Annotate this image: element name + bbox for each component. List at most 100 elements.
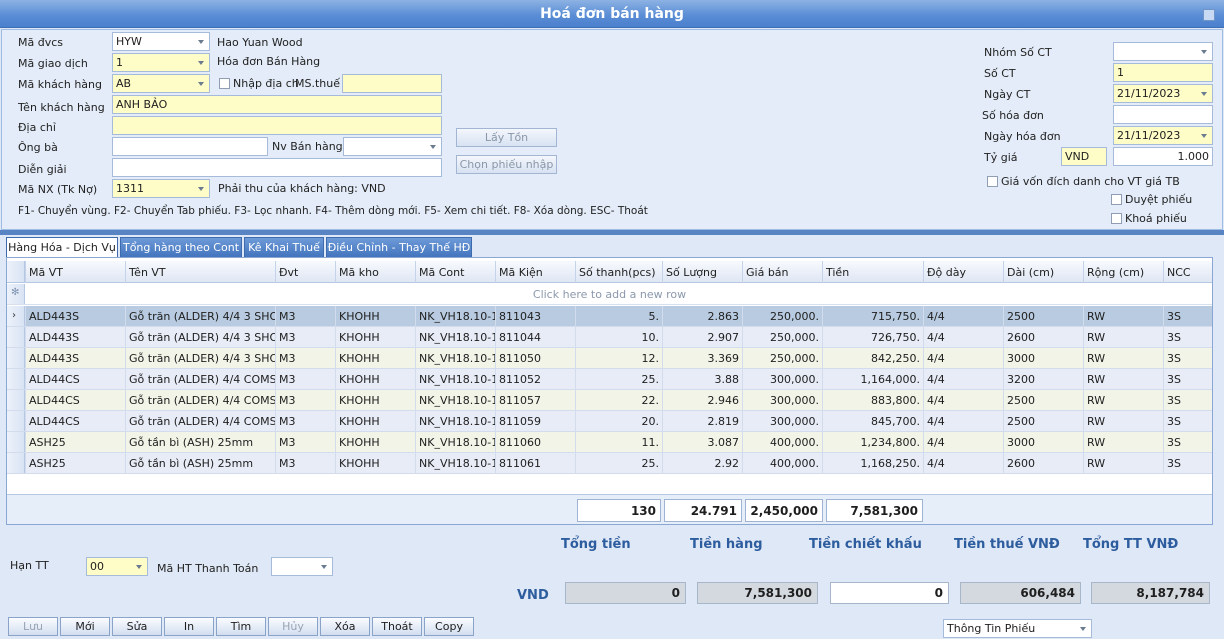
khoa-phieu-checkbox[interactable] [1111,213,1122,224]
table-cell[interactable]: 1,168,250. [822,453,923,474]
row-indicator[interactable] [7,390,25,410]
table-cell[interactable]: ASH25 [25,453,125,474]
column-header[interactable]: Rộng (cm) [1083,261,1163,283]
table-cell[interactable]: 3.88 [662,369,742,390]
table-cell[interactable]: 4/4 [923,432,1003,453]
column-header[interactable]: Dài (cm) [1003,261,1083,283]
table-cell[interactable]: 2.819 [662,411,742,432]
table-cell[interactable]: 2.907 [662,327,742,348]
table-cell[interactable]: NK_VH18.10-1 [415,390,495,411]
huy-button[interactable]: Hủy [268,617,318,636]
ngay-hoa-don-input[interactable]: 21/11/2023 [1113,126,1213,145]
table-cell[interactable]: 1,234,800. [822,432,923,453]
table-cell[interactable]: 811043 [495,306,575,327]
column-header[interactable]: Tiền [822,261,923,283]
table-cell[interactable]: 3S [1163,369,1212,390]
table-cell[interactable]: ALD44CS [25,369,125,390]
table-cell[interactable]: M3 [275,411,335,432]
tim-button[interactable]: Tìm [216,617,266,636]
table-cell[interactable]: M3 [275,306,335,327]
ten-khach-hang-input[interactable]: ANH BẢO [112,95,442,114]
table-row[interactable]: › ALD443S Gỗ trăn (ALDER) 4/4 3 SHOP M3 KHOH… [7,306,1212,327]
table-cell[interactable]: 5. [575,306,662,327]
table-cell[interactable]: 3S [1163,453,1212,474]
table-cell[interactable]: RW [1083,327,1163,348]
table-cell[interactable]: RW [1083,390,1163,411]
table-cell[interactable]: 3S [1163,348,1212,369]
table-cell[interactable]: KHOHH [335,306,415,327]
table-row[interactable]: ALD44CS Gỗ trăn (ALDER) 4/4 COMS... M3 KHOH… [7,369,1212,390]
table-cell[interactable]: Gỗ trăn (ALDER) 4/4 COMS... [125,369,275,390]
sua-button[interactable]: Sửa [112,617,162,636]
tab-tong-hang-theo-cont[interactable]: Tổng hàng theo Cont [120,237,242,257]
table-cell[interactable]: 2.92 [662,453,742,474]
table-cell[interactable]: 2.946 [662,390,742,411]
column-header[interactable]: NCC [1163,261,1212,283]
table-cell[interactable]: M3 [275,369,335,390]
table-cell[interactable]: KHOHH [335,390,415,411]
table-row[interactable]: ALD44CS Gỗ trăn (ALDER) 4/4 COMS... M3 KHOH… [7,390,1212,411]
table-cell[interactable]: 250,000. [742,306,822,327]
table-cell[interactable]: 25. [575,369,662,390]
table-cell[interactable]: Gỗ trăn (ALDER) 4/4 3 SHOP [125,327,275,348]
table-cell[interactable]: 3.369 [662,348,742,369]
table-cell[interactable]: NK_VH18.10-1 [415,327,495,348]
table-row[interactable]: ASH25 Gỗ tần bì (ASH) 25mm M3 KHOHH NK_VH18.… [7,453,1212,474]
table-cell[interactable]: 11. [575,432,662,453]
table-cell[interactable]: ALD443S [25,348,125,369]
table-cell[interactable]: 2500 [1003,306,1083,327]
table-cell[interactable]: M3 [275,453,335,474]
table-cell[interactable]: RW [1083,432,1163,453]
table-cell[interactable]: KHOHH [335,453,415,474]
table-cell[interactable]: 12. [575,348,662,369]
table-cell[interactable]: 2600 [1003,327,1083,348]
table-cell[interactable]: 842,250. [822,348,923,369]
table-cell[interactable]: 3S [1163,432,1212,453]
table-cell[interactable]: KHOHH [335,432,415,453]
nhap-dia-chi-checkbox[interactable] [219,78,230,89]
column-header[interactable]: Tên VT [125,261,275,283]
table-cell[interactable]: 250,000. [742,348,822,369]
ngay-ct-input[interactable]: 21/11/2023 [1113,84,1213,103]
table-cell[interactable]: 811059 [495,411,575,432]
table-cell[interactable]: M3 [275,432,335,453]
table-cell[interactable]: 726,750. [822,327,923,348]
table-cell[interactable]: 300,000. [742,369,822,390]
table-cell[interactable]: KHOHH [335,327,415,348]
table-cell[interactable]: M3 [275,348,335,369]
row-indicator[interactable] [7,369,25,389]
table-cell[interactable]: NK_VH18.10-1 [415,411,495,432]
table-cell[interactable]: 3000 [1003,348,1083,369]
table-cell[interactable]: 300,000. [742,411,822,432]
table-cell[interactable]: 4/4 [923,369,1003,390]
table-cell[interactable]: 4/4 [923,348,1003,369]
column-header[interactable]: Số Lượng [662,261,742,283]
table-cell[interactable]: RW [1083,306,1163,327]
table-cell[interactable]: 811050 [495,348,575,369]
table-cell[interactable]: ASH25 [25,432,125,453]
row-indicator[interactable] [7,348,25,368]
table-row[interactable]: ALD443S Gỗ trăn (ALDER) 4/4 3 SHOP M3 KHOHH… [7,348,1212,369]
tien-chiet-khau-input[interactable]: 0 [830,582,949,604]
table-cell[interactable]: 3200 [1003,369,1083,390]
table-cell[interactable]: RW [1083,348,1163,369]
table-cell[interactable]: RW [1083,369,1163,390]
column-header[interactable]: Mã kho [335,261,415,283]
table-cell[interactable]: 4/4 [923,390,1003,411]
table-cell[interactable]: RW [1083,453,1163,474]
table-cell[interactable]: 715,750. [822,306,923,327]
chon-phieu-nhap-button[interactable]: Chọn phiếu nhập [456,155,557,174]
table-row[interactable]: ALD443S Gỗ trăn (ALDER) 4/4 3 SHOP M3 KHOHH… [7,327,1212,348]
thoat-button[interactable]: Thoát [372,617,422,636]
luu-button[interactable]: Lưu [8,617,58,636]
dien-giai-input[interactable] [112,158,442,177]
ty-gia-currency-input[interactable]: VND [1061,147,1107,166]
table-cell[interactable]: M3 [275,327,335,348]
copy-button[interactable]: Copy [424,617,474,636]
table-cell[interactable]: 811060 [495,432,575,453]
table-cell[interactable]: 2500 [1003,411,1083,432]
column-header[interactable]: Mã Kiện [495,261,575,283]
table-row[interactable]: ASH25 Gỗ tần bì (ASH) 25mm M3 KHOHH NK_VH18.… [7,432,1212,453]
table-cell[interactable]: Gỗ trăn (ALDER) 4/4 3 SHOP [125,306,275,327]
xoa-button[interactable]: Xóa [320,617,370,636]
